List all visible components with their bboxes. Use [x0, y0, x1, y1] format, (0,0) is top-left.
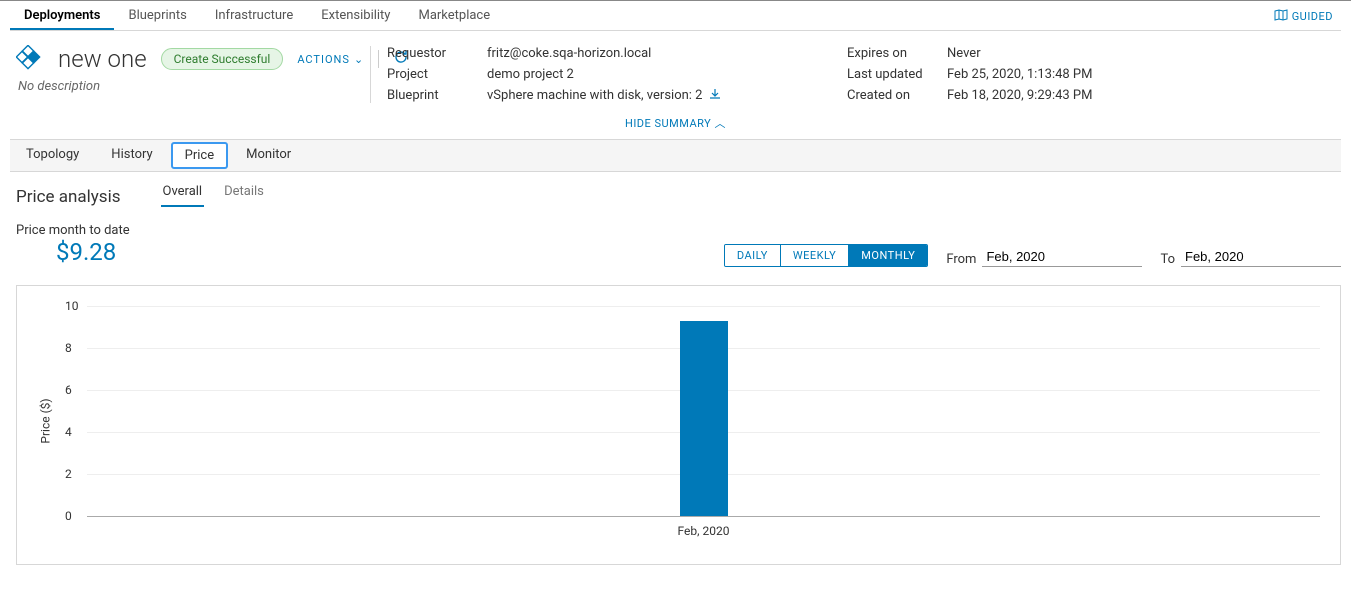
- to-label: To: [1160, 252, 1175, 267]
- y-tick-label: 0: [65, 509, 72, 523]
- divider: [378, 50, 379, 68]
- to-date-input[interactable]: [1181, 249, 1341, 267]
- nav-tab-extensibility[interactable]: Extensibility: [307, 2, 404, 30]
- summary-panel: Requestor fritz@coke.sqa-horizon.local P…: [370, 46, 1341, 103]
- summary-value: fritz@coke.sqa-horizon.local: [487, 46, 651, 61]
- hide-summary-label: HIDE SUMMARY: [625, 117, 711, 130]
- summary-row-expires: Expires on Never: [847, 46, 1092, 61]
- x-tick-label: Feb, 2020: [678, 524, 730, 538]
- nav-tab-infrastructure[interactable]: Infrastructure: [201, 2, 307, 30]
- price-mtd-label: Price month to date: [16, 223, 130, 238]
- download-icon[interactable]: [710, 88, 720, 102]
- from-label: From: [946, 252, 976, 267]
- summary-left-col: Requestor fritz@coke.sqa-horizon.local P…: [387, 46, 847, 103]
- y-axis-title: Price ($): [39, 398, 53, 443]
- blueprint-link[interactable]: vSphere machine with disk, version: 2: [487, 88, 720, 103]
- price-mtd-value: $9.28: [16, 238, 130, 267]
- project-link[interactable]: demo project 2: [487, 67, 574, 82]
- y-tick-label: 10: [65, 299, 79, 313]
- blueprint-link-text: vSphere machine with disk, version: 2: [487, 88, 702, 103]
- actions-dropdown[interactable]: ACTIONS ⌄: [297, 53, 364, 66]
- detail-tabs: Topology History Price Monitor: [10, 139, 1341, 172]
- summary-label: Created on: [847, 88, 947, 103]
- bar[interactable]: [680, 321, 728, 516]
- subtab-details[interactable]: Details: [222, 182, 266, 207]
- deployment-icon: [16, 45, 44, 73]
- nav-tab-blueprints[interactable]: Blueprints: [114, 2, 200, 30]
- guided-label: GUIDED: [1292, 10, 1333, 23]
- status-badge: Create Successful: [161, 48, 284, 70]
- tab-price[interactable]: Price: [171, 142, 228, 169]
- price-chart: Price ($) 0246810Feb, 2020: [16, 285, 1341, 565]
- tab-topology[interactable]: Topology: [10, 140, 95, 171]
- summary-label: Last updated: [847, 67, 947, 82]
- price-mtd: Price month to date $9.28: [16, 223, 130, 267]
- summary-row-project: Project demo project 2: [387, 67, 847, 82]
- from-date-input[interactable]: [982, 249, 1142, 267]
- summary-value: Feb 18, 2020, 9:29:43 PM: [947, 88, 1092, 103]
- summary-value: Feb 25, 2020, 1:13:48 PM: [947, 67, 1092, 82]
- chevron-up-icon: ︿: [715, 117, 727, 130]
- price-analysis-title: Price analysis: [16, 187, 121, 207]
- gridline: [87, 516, 1320, 517]
- gran-daily[interactable]: DAILY: [725, 245, 781, 266]
- nav-tab-deployments[interactable]: Deployments: [10, 2, 114, 30]
- map-icon: [1274, 9, 1288, 24]
- to-date-group: To: [1160, 249, 1341, 267]
- summary-label: Requestor: [387, 46, 487, 61]
- summary-label: Expires on: [847, 46, 947, 61]
- granularity-segmented: DAILY WEEKLY MONTHLY: [724, 244, 928, 267]
- summary-row-requestor: Requestor fritz@coke.sqa-horizon.local: [387, 46, 847, 61]
- primary-tabs: Deployments Blueprints Infrastructure Ex…: [10, 2, 504, 30]
- summary-row-updated: Last updated Feb 25, 2020, 1:13:48 PM: [847, 67, 1092, 82]
- price-analysis-header: Price analysis Overall Details: [10, 172, 1341, 207]
- y-tick-label: 8: [65, 341, 72, 355]
- tab-history[interactable]: History: [95, 140, 168, 171]
- subtab-overall[interactable]: Overall: [161, 182, 205, 207]
- hide-summary-toggle[interactable]: HIDE SUMMARY ︿: [10, 103, 1341, 139]
- actions-label: ACTIONS: [297, 53, 350, 66]
- deployment-title: new one: [58, 45, 147, 73]
- summary-row-blueprint: Blueprint vSphere machine with disk, ver…: [387, 88, 847, 103]
- tab-monitor[interactable]: Monitor: [230, 140, 307, 171]
- y-tick-label: 4: [65, 425, 72, 439]
- summary-label: Project: [387, 67, 487, 82]
- primary-nav: Deployments Blueprints Infrastructure Ex…: [10, 1, 1341, 31]
- price-analysis-subtabs: Overall Details: [161, 182, 266, 207]
- gridline: [87, 306, 1320, 307]
- guided-button[interactable]: GUIDED: [1266, 3, 1341, 30]
- summary-right-col: Expires on Never Last updated Feb 25, 20…: [847, 46, 1092, 103]
- y-tick-label: 6: [65, 383, 72, 397]
- price-controls: Price month to date $9.28 DAILY WEEKLY M…: [10, 207, 1341, 271]
- y-tick-label: 2: [65, 467, 72, 481]
- gran-monthly[interactable]: MONTHLY: [849, 245, 927, 266]
- price-right-controls: DAILY WEEKLY MONTHLY From To: [724, 244, 1341, 267]
- summary-row-created: Created on Feb 18, 2020, 9:29:43 PM: [847, 88, 1092, 103]
- chevron-down-icon: ⌄: [354, 53, 364, 66]
- plot-area: 0246810Feb, 2020: [87, 306, 1320, 516]
- from-date-group: From: [946, 249, 1142, 267]
- summary-label: Blueprint: [387, 88, 487, 103]
- summary-value: Never: [947, 46, 981, 61]
- nav-tab-marketplace[interactable]: Marketplace: [404, 2, 504, 30]
- gran-weekly[interactable]: WEEKLY: [781, 245, 849, 266]
